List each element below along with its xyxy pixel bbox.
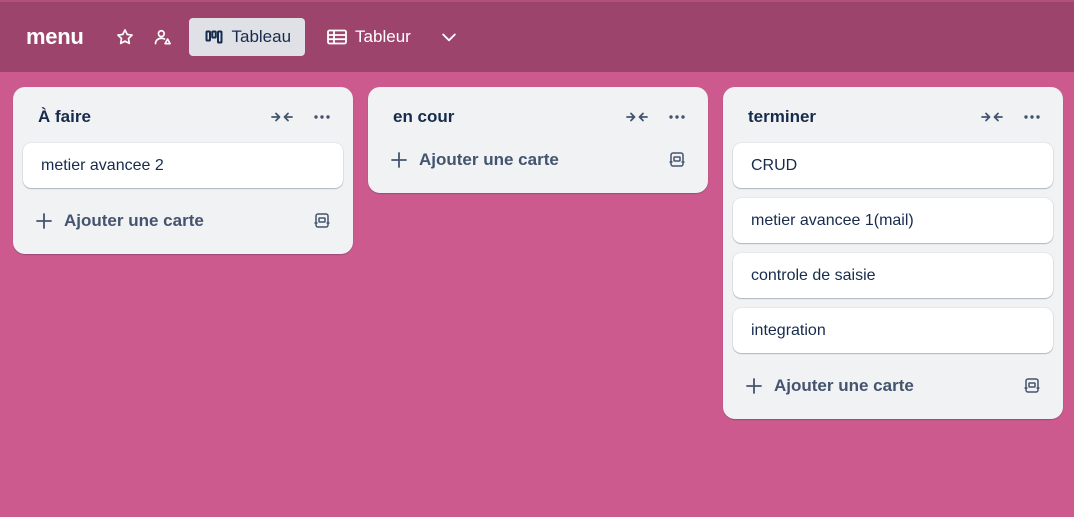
add-card-label: Ajouter une carte [774,376,914,395]
view-tableur-button[interactable]: Tableur [311,18,425,56]
view-tableau-label: Tableau [231,27,292,46]
list-more-icon[interactable] [1019,104,1045,130]
list-header: en cour [378,95,698,139]
add-card-button[interactable]: Ajouter une carte [733,363,1053,409]
view-tableur-label: Tableur [355,27,411,46]
list-header: À faire [23,95,343,139]
list-title[interactable]: en cour [393,107,610,127]
list-title[interactable]: terminer [748,107,965,127]
card[interactable]: integration [733,308,1053,353]
collapse-list-icon[interactable] [979,104,1005,130]
list-title[interactable]: À faire [38,107,255,127]
board-view-icon [205,30,223,44]
list-a-faire: À faire metier avancee 2 Ajouter une car… [13,87,353,254]
add-card-label: Ajouter une carte [64,211,204,230]
plus-icon [391,152,407,168]
plus-icon [746,378,762,394]
card-template-icon[interactable] [1023,377,1041,395]
list-terminer: terminer CRUD metier avancee 1(mail) con… [723,87,1063,419]
add-card-label: Ajouter une carte [419,150,559,169]
collapse-list-icon[interactable] [269,104,295,130]
star-icon[interactable] [109,21,141,53]
board-header: menu Tableau Tableur [0,0,1074,72]
list-header: terminer [733,95,1053,139]
list-more-icon[interactable] [664,104,690,130]
card-template-icon[interactable] [668,151,686,169]
plus-icon [36,213,52,229]
more-views-button[interactable] [431,19,467,55]
add-card-button[interactable]: Ajouter une carte [378,137,698,183]
card-template-icon[interactable] [313,212,331,230]
card[interactable]: metier avancee 2 [23,143,343,188]
collapse-list-icon[interactable] [624,104,650,130]
list-more-icon[interactable] [309,104,335,130]
chevron-down-icon [442,33,456,42]
view-tableau-button[interactable]: Tableau [189,18,306,56]
table-view-icon [327,29,347,45]
card[interactable]: controle de saisie [733,253,1053,298]
list-en-cour: en cour Ajouter une carte [368,87,708,193]
card[interactable]: CRUD [733,143,1053,188]
workspace-visibility-icon[interactable] [147,21,179,53]
add-card-button[interactable]: Ajouter une carte [23,198,343,244]
board-title[interactable]: menu [26,24,84,50]
card[interactable]: metier avancee 1(mail) [733,198,1053,243]
